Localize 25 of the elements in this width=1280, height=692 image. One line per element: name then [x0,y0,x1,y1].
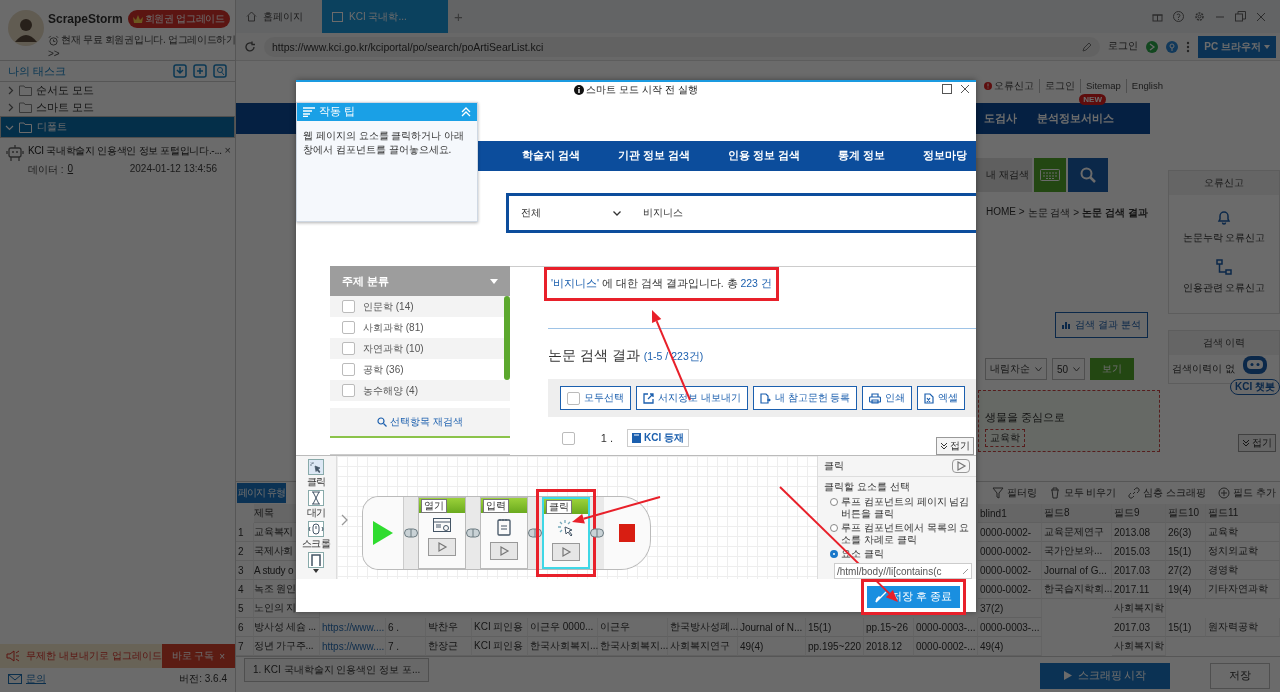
tip-title: 작동 팁 [319,105,356,119]
results-range: (1-5 / 223건) [643,350,704,364]
result-snippet: 생물을 중심으로 [985,411,1065,425]
breadcrumb-item: 논문 검색 결과 [1082,206,1148,220]
report-title: 오류신고 [1204,176,1244,190]
kci-badge: KCI 등재 [627,429,689,447]
app-name: ScrapeStorm [48,12,123,26]
subject-tag: 교육학 [985,429,1025,447]
version-text: 버전: 3.6.4 [179,672,227,686]
section-title: 나의 태스크 [8,63,67,79]
settings-title: 클릭 [824,459,844,473]
history-text: 검색이력이 없 [1172,363,1235,376]
data-label: 데이터 : [28,163,64,177]
history-title: 검색 이력 [1202,336,1246,350]
facet-title: 주제 분류 [342,273,390,289]
tip-text: 웹 페이지의 요소를 클릭하거나 아래 창에서 컴포넌트를 끌어놓으세요. [303,129,466,157]
task-time: 2024-01-12 13:4:56 [129,163,217,176]
result-summary: '비지니스' 에 대한 검색 결과입니다. 총 223 건 [551,277,772,289]
result-number: 1 . [599,432,613,444]
dialog-title: 스마트 모드 시작 전 실행 [586,83,698,97]
results-title: 논문 검색 결과 [548,347,640,365]
palette-label: 클릭 [306,475,326,489]
new-badge: NEW [1079,94,1106,105]
promo-text: 무제한 내보내기로 업그레이드 [25,649,162,663]
settings-prompt: 클릭할 요소를 선택 [823,480,911,494]
